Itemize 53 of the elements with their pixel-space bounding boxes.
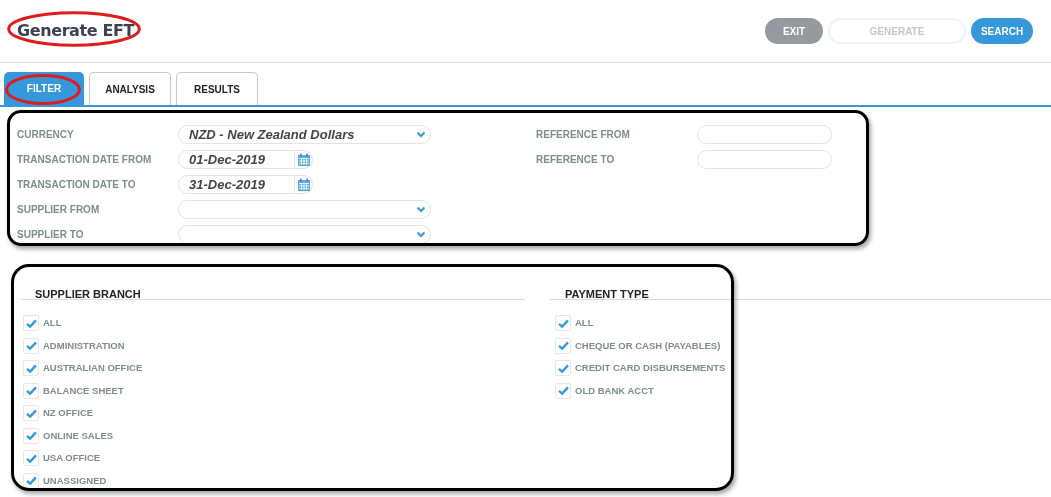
- field-label: TRANSACTION DATE FROM: [17, 153, 153, 167]
- section-heading: SUPPLIER BRANCH: [35, 288, 141, 300]
- check-icon: [25, 408, 37, 418]
- check-icon: [25, 476, 37, 486]
- checkbox-label: ALL: [43, 316, 62, 331]
- checkbox[interactable]: [23, 405, 39, 422]
- checkbox[interactable]: [23, 337, 39, 354]
- check-icon: [557, 363, 569, 373]
- field-label: TRANSACTION DATE TO: [17, 178, 137, 192]
- checkbox-label: BALANCE SHEET: [43, 383, 124, 398]
- checkbox-label: ALL: [575, 316, 594, 331]
- check-icon: [557, 318, 569, 328]
- chevron-down-icon[interactable]: [416, 131, 426, 138]
- checkbox-label: ADMINISTRATION: [43, 338, 125, 353]
- check-icon: [557, 386, 569, 396]
- checkbox-label: ONLINE SALES: [43, 428, 114, 443]
- check-icon: [557, 341, 569, 351]
- field-label: REFERENCE TO: [536, 153, 616, 167]
- checkbox-label: OLD BANK ACCT: [575, 383, 654, 398]
- checkbox[interactable]: [23, 382, 39, 399]
- calendar-icon[interactable]: [296, 177, 311, 192]
- checkbox-label: UNASSIGNED: [43, 473, 107, 488]
- section-heading: PAYMENT TYPE: [565, 288, 649, 300]
- check-icon: [25, 363, 37, 373]
- check-icon: [25, 386, 37, 396]
- tab[interactable]: RESULTS: [176, 72, 258, 105]
- checkbox[interactable]: [23, 315, 39, 332]
- checkbox[interactable]: [23, 360, 39, 377]
- check-icon: [25, 341, 37, 351]
- checkbox[interactable]: [23, 450, 39, 467]
- checkbox[interactable]: [555, 382, 571, 399]
- checkbox-label: CHEQUE OR CASH (PAYABLES): [575, 338, 721, 353]
- field-label: REFERENCE FROM: [536, 128, 631, 142]
- checkbox[interactable]: [555, 337, 571, 354]
- checkbox-label: AUSTRALIAN OFFICE: [43, 361, 143, 376]
- check-icon: [25, 431, 37, 441]
- tab[interactable]: ANALYSIS: [89, 72, 171, 105]
- checkbox-label: USA OFFICE: [43, 451, 101, 466]
- calendar-icon[interactable]: [296, 152, 311, 167]
- chevron-down-icon[interactable]: [416, 206, 426, 213]
- check-icon: [25, 318, 37, 328]
- field-label: SUPPLIER FROM: [17, 203, 101, 217]
- checkbox-label: NZ OFFICE: [43, 406, 94, 421]
- field-label: CURRENCY: [17, 128, 75, 142]
- checkbox[interactable]: [555, 315, 571, 332]
- page-title: Generate EFT: [17, 20, 134, 42]
- checkbox-label: CREDIT CARD DISBURSEMENTS: [575, 361, 726, 376]
- chevron-down-icon[interactable]: [416, 231, 426, 238]
- field-label: SUPPLIER TO: [17, 228, 85, 242]
- checkbox[interactable]: [23, 427, 39, 444]
- check-icon: [25, 453, 37, 463]
- checkbox[interactable]: [555, 360, 571, 377]
- checkbox[interactable]: [23, 472, 39, 489]
